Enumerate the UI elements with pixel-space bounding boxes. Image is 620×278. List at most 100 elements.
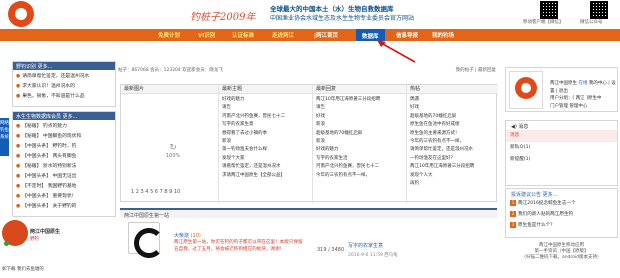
announcements-panel: 投诉建议公告 更多... 1 两江2016纪念鲸鱼生志一个 2 我们的新人贴的两江原…: [505, 188, 618, 238]
list-item[interactable]: ● 【中国头条】 重要现状！: [16, 192, 112, 202]
hot-link[interactable]: 一钓场渔友在这里好？: [410, 155, 495, 163]
link-logout[interactable]: 退出: [559, 89, 568, 94]
topic-link[interactable]: 河南产北兴钓鱼赛，曾民七十二: [222, 113, 309, 121]
user-status: 在线: [578, 81, 588, 86]
bullet-icon: ●: [16, 144, 21, 149]
bullet-icon: ●: [16, 74, 21, 79]
center-panels: 最新图片 ↻ 100% 1 2 3 4 5 6 7 8 9 10 最新主题 好戏…: [120, 84, 498, 203]
list-item[interactable]: ● 求大家认识！温州况水的: [16, 82, 112, 92]
user-group: 用户分组：[ 两江 ]原生中: [550, 96, 602, 101]
announcement-row[interactable]: 2 我们的新人贴的两江原生钓: [506, 209, 617, 220]
hot-link[interactable]: 两江10年用江海原著三分段招聘: [410, 163, 495, 171]
bullet-icon: ●: [16, 164, 21, 169]
messages-panel: ◀) 消息 消息 新私众(1) 新提醒(1): [505, 120, 618, 186]
topic-link[interactable]: 新浪: [222, 138, 309, 146]
post-date: 2016-9-6 11:59 西乌龟: [348, 253, 398, 258]
announcement-row[interactable]: 1 两江2016纪念鲸鱼生志一个: [506, 198, 617, 209]
message-row[interactable]: 新私众(1): [506, 142, 617, 154]
topic-link[interactable]: 写字的农家生意: [222, 121, 309, 129]
avatar[interactable]: [128, 222, 164, 258]
post-body: 两江原生第一站，你可在钓的钓子都可以带在这里！本版只保留五自我，过了五月，将会被…: [174, 240, 303, 252]
panel-latest-replies: 最新回复 两江10年用江海原著三分段招聘 请告 好戏 新浪 超级基地的70幢红启…: [313, 85, 407, 203]
image-pager[interactable]: 1 2 3 4 5 6 7 8 9 10: [131, 189, 180, 195]
list-item[interactable]: ● 【中国头条】 中国无证出: [16, 172, 112, 182]
reply-link[interactable]: 好戏: [316, 113, 403, 121]
bullet-icon: ●: [16, 194, 21, 199]
panel-wild-fishing: 野钓识别 更多... ● 请简单帮忙鉴定，还是温州况水 ● 求大家认识！温州况水的 …: [12, 61, 116, 107]
panel-hot-posts: 热帖 偶遇 好戏 超级基地的70幢红启屏 原生鱼在鱼池中有好成绩 原生鱼的主要来…: [407, 85, 498, 203]
announcement-row[interactable]: 3 原生鱼是什么个？: [506, 220, 617, 231]
bullet-icon: ●: [16, 184, 21, 189]
section-title[interactable]: 两江中国原生第一站: [120, 208, 497, 219]
topic-link[interactable]: 好戏的魅力: [222, 96, 309, 104]
reply-link[interactable]: 好戏的魅力: [316, 146, 403, 154]
bullet-icon: ●: [16, 174, 21, 179]
forum-stats: 帖子：867068 会员：123204 欢迎新会员：晓龙飞 我的帖子 | 最新回…: [118, 67, 498, 76]
list-item[interactable]: ● 【秘籍】 钓点的魅力: [16, 122, 112, 132]
panel-latest-images: 最新图片 ↻ 100% 1 2 3 4 5 6 7 8 9 10: [121, 85, 219, 203]
reply-link[interactable]: 新浪: [316, 138, 403, 146]
hot-link[interactable]: 再钓: [410, 180, 495, 188]
announcements-title[interactable]: 投诉建议公告 更多...: [506, 189, 617, 198]
user-info: 两江中国原生 在线 我的中心 | 设置 | 退出 用户分组：[ 两江 ]原生中 …: [550, 81, 617, 111]
column-title: 最新回复: [313, 85, 406, 94]
ad-caption: 如下载 我们去鱼塘的: [2, 267, 44, 272]
hot-link[interactable]: 今年的三农钓有点不一样，: [410, 138, 495, 146]
online-status-icon: [4, 241, 9, 246]
list-item[interactable]: ● 【秘籍】 中国鲫鱼的现状和: [16, 132, 112, 142]
reply-link[interactable]: 请告: [316, 104, 403, 112]
hot-link[interactable]: 发现个人大: [410, 172, 495, 180]
list-item[interactable]: ● 【秘籍】 浙水的特别新法: [16, 162, 112, 172]
link-my-center[interactable]: 我的中心: [589, 81, 607, 86]
forum-post: 大柴烧 (10) 两江原生第一站，你可在钓的钓子都可以带在这里！本版只保留五自我…: [128, 222, 500, 274]
column-title: 最新主题: [219, 85, 312, 94]
ad-subtitle: 野钓: [30, 237, 39, 242]
post-last-link[interactable]: 写字的农家生意: [348, 242, 383, 249]
list-item[interactable]: ● 【中国头条】 两头有鲫鱼: [16, 152, 112, 162]
topic-link[interactable]: 求请两江中国原生【全部公益】: [222, 172, 309, 180]
user-admin-links[interactable]: 门户管理 管理中心: [550, 103, 617, 111]
list-item[interactable]: ● 果色，很象，不知道是什么品: [16, 92, 112, 102]
messages-title: ◀) 消息: [511, 124, 529, 130]
bullet-icon: ●: [16, 94, 21, 99]
user-name[interactable]: 两江中国原生: [550, 81, 577, 86]
image-loader: ↻ 100%: [166, 143, 180, 159]
sidebar-tab[interactable]: 网络钓鱼系统: [0, 118, 9, 156]
message-row[interactable]: 新提醒(1): [506, 154, 617, 166]
reply-link[interactable]: 今年的三农钓有点不一样，: [316, 172, 403, 180]
reply-link[interactable]: 两江10年用江海原著三分段招聘: [316, 96, 403, 104]
list-item[interactable]: ● 【不定时】 我国野钓基地: [16, 182, 112, 192]
hot-link[interactable]: 原生鱼的主要来源方式！: [410, 130, 495, 138]
reply-link[interactable]: 超级基地的70幢红启屏: [316, 130, 403, 138]
topic-link[interactable]: 第一钓场渔夫会什么样: [222, 146, 309, 154]
list-item[interactable]: ● 请简单帮忙鉴定，还是温州况水: [16, 72, 112, 82]
reply-link[interactable]: 新浪: [316, 121, 403, 129]
topic-link[interactable]: 请告: [222, 104, 309, 112]
bullet-icon: ●: [16, 154, 21, 159]
hot-link[interactable]: 原生鱼在鱼池中有好成绩: [410, 121, 495, 129]
topic-link[interactable]: 请看帮忙鉴定，还是温州况水: [222, 163, 309, 171]
bullet-icon: ●: [16, 134, 21, 139]
loader-percent: 100%: [166, 153, 181, 159]
reply-link[interactable]: 写字的农家生活: [316, 155, 403, 163]
stats-links[interactable]: 我的帖子 | 最新回复: [456, 67, 496, 73]
message-row[interactable]: 消息: [506, 130, 617, 142]
user-card: 两江中国原生 在线 我的中心 | 设置 | 退出 用户分组：[ 两江 ]原生中 …: [505, 67, 618, 112]
panel-title[interactable]: 水生生物数据库会员 更多...: [13, 112, 115, 120]
floating-ad[interactable]: 两江中国原生 野钓 如下载 我们去鱼塘的: [0, 218, 110, 278]
reply-link[interactable]: 河南产北兴钓鱼赛，曾民七十二: [316, 163, 403, 171]
bullet-icon: ●: [16, 124, 21, 129]
hot-link[interactable]: 超级基地的70幢红启屏: [410, 113, 495, 121]
stats-text: 帖子：867068 会员：123204 欢迎新会员：晓龙飞: [118, 68, 223, 73]
hot-link[interactable]: 偶遇: [410, 96, 495, 104]
topic-link[interactable]: 发现个大家: [222, 155, 309, 163]
panel-title[interactable]: 野钓识别 更多...: [13, 62, 115, 70]
post-username[interactable]: 大柴烧 (10): [174, 232, 201, 239]
topic-link[interactable]: 想得看了去过小镇的季: [222, 130, 309, 138]
list-item[interactable]: ● 【中国头条】 关于野钓的: [16, 202, 112, 212]
hot-link[interactable]: 请简单帮忙鉴定，还是温州况水: [410, 146, 495, 154]
hot-link[interactable]: 好戏: [410, 104, 495, 112]
bullet-icon: ●: [16, 204, 21, 209]
list-item[interactable]: ● 【中国头条】 野钓时，钓: [16, 142, 112, 152]
avatar[interactable]: [509, 71, 543, 109]
